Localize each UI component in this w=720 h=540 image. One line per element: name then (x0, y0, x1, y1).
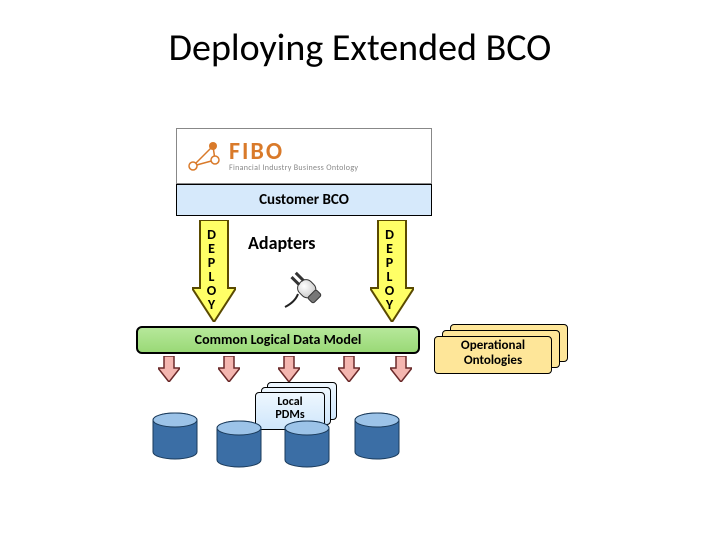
down-arrow-icon (278, 356, 300, 382)
database-icon (352, 412, 402, 460)
common-logical-data-model-box: Common Logical Data Model (136, 326, 420, 354)
fibo-network-icon (183, 136, 223, 176)
customer-bco-box: Customer BCO (176, 184, 432, 216)
down-arrow-icon (390, 356, 412, 382)
down-arrow-icon (218, 356, 240, 382)
fibo-subtitle: Financial Industry Business Ontology (229, 164, 358, 172)
fibo-logo-box: FIBO Financial Industry Business Ontolog… (176, 128, 432, 184)
database-icon (214, 420, 264, 468)
database-icon (150, 412, 200, 460)
deploy-label-right: DEPLOY (381, 226, 398, 310)
operational-ontologies-stack: Operational Ontologies (434, 324, 574, 380)
deploy-label-left: DEPLOY (203, 226, 220, 310)
operational-ontologies-line2: Ontologies (464, 353, 522, 368)
down-arrow-icon (158, 356, 180, 382)
deploy-arrow-left: DEPLOY (192, 220, 236, 322)
database-icon (282, 420, 332, 468)
deploy-arrow-right: DEPLOY (370, 220, 414, 322)
operational-ontologies-line1: Operational (461, 338, 525, 353)
fibo-name: FIBO (229, 140, 358, 164)
ontology-card-front: Operational Ontologies (434, 336, 552, 374)
down-arrow-icon (338, 356, 360, 382)
local-pdms-line1: Local (277, 395, 302, 409)
plug-adapter-icon (280, 262, 332, 314)
slide-title: Deploying Extended BCO (0, 25, 720, 71)
adapters-label: Adapters (248, 232, 315, 254)
